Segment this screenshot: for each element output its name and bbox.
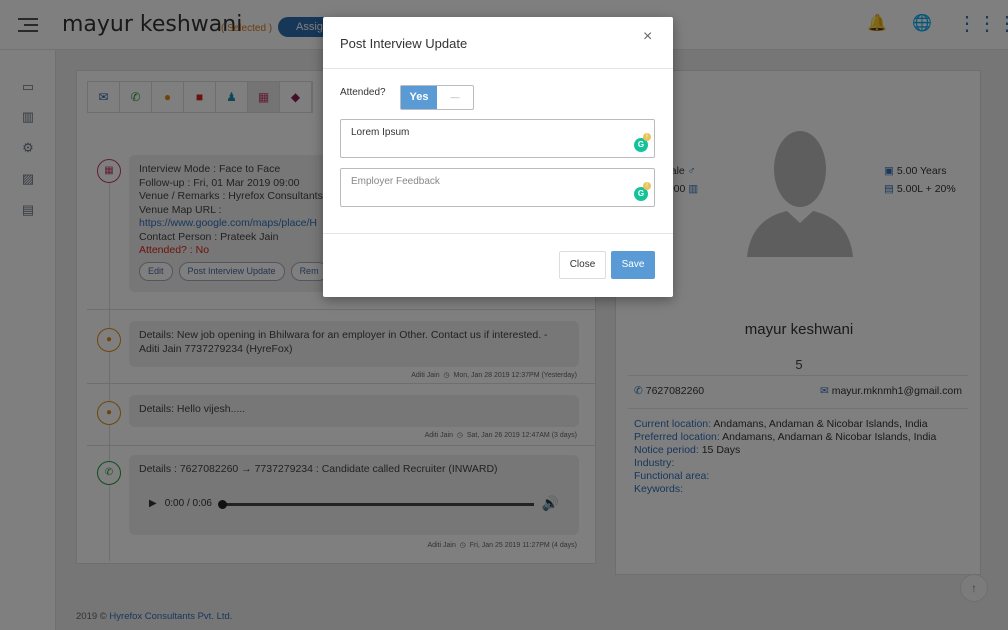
close-icon[interactable]: ×	[643, 28, 652, 46]
grammarly-alert-icon: !	[643, 133, 651, 141]
divider	[323, 68, 673, 69]
attended-no-option[interactable]: —	[437, 86, 473, 109]
post-interview-update-modal: Post Interview Update × Attended? Yes — …	[323, 17, 673, 297]
modal-title: Post Interview Update	[340, 36, 468, 51]
grammarly-alert-icon: !	[643, 182, 651, 190]
employer-feedback-textarea[interactable]: Employer Feedback G !	[340, 168, 655, 207]
attended-toggle[interactable]: Yes —	[400, 85, 474, 110]
close-button[interactable]: Close	[559, 251, 606, 279]
save-button[interactable]: Save	[611, 251, 655, 279]
divider	[323, 233, 673, 234]
attended-label: Attended?	[340, 87, 386, 98]
attended-yes-option[interactable]: Yes	[401, 86, 437, 109]
remarks-textarea[interactable]: Lorem Ipsum G !	[340, 119, 655, 158]
